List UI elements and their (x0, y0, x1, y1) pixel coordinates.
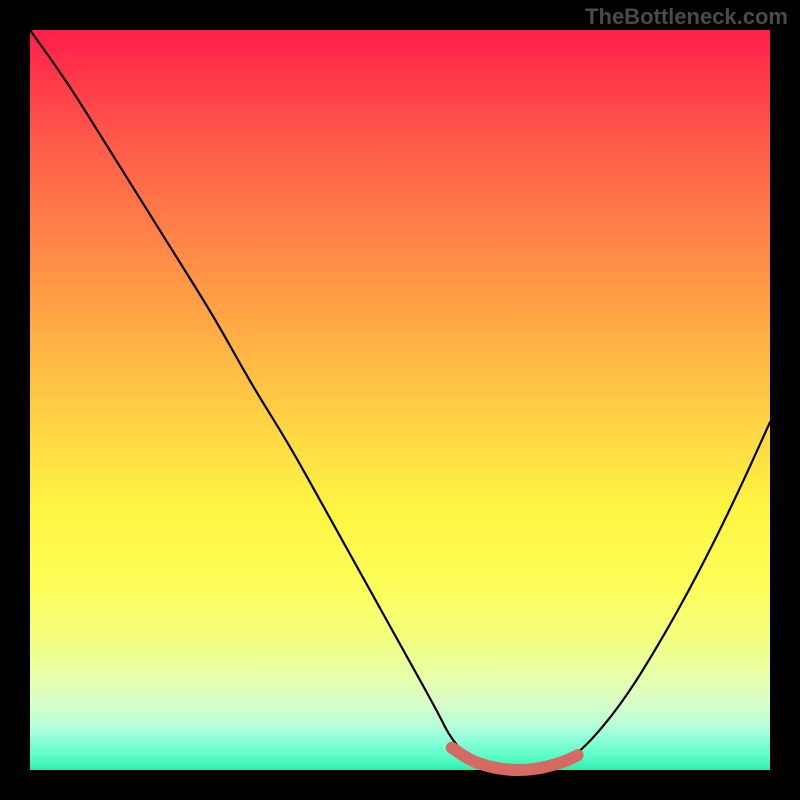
watermark-text: TheBottleneck.com (585, 4, 788, 30)
bottleneck-curve (30, 30, 770, 770)
optimal-point-dot (446, 742, 458, 754)
optimal-range-highlight (452, 748, 578, 770)
plot-area (30, 30, 770, 770)
chart-svg (30, 30, 770, 770)
